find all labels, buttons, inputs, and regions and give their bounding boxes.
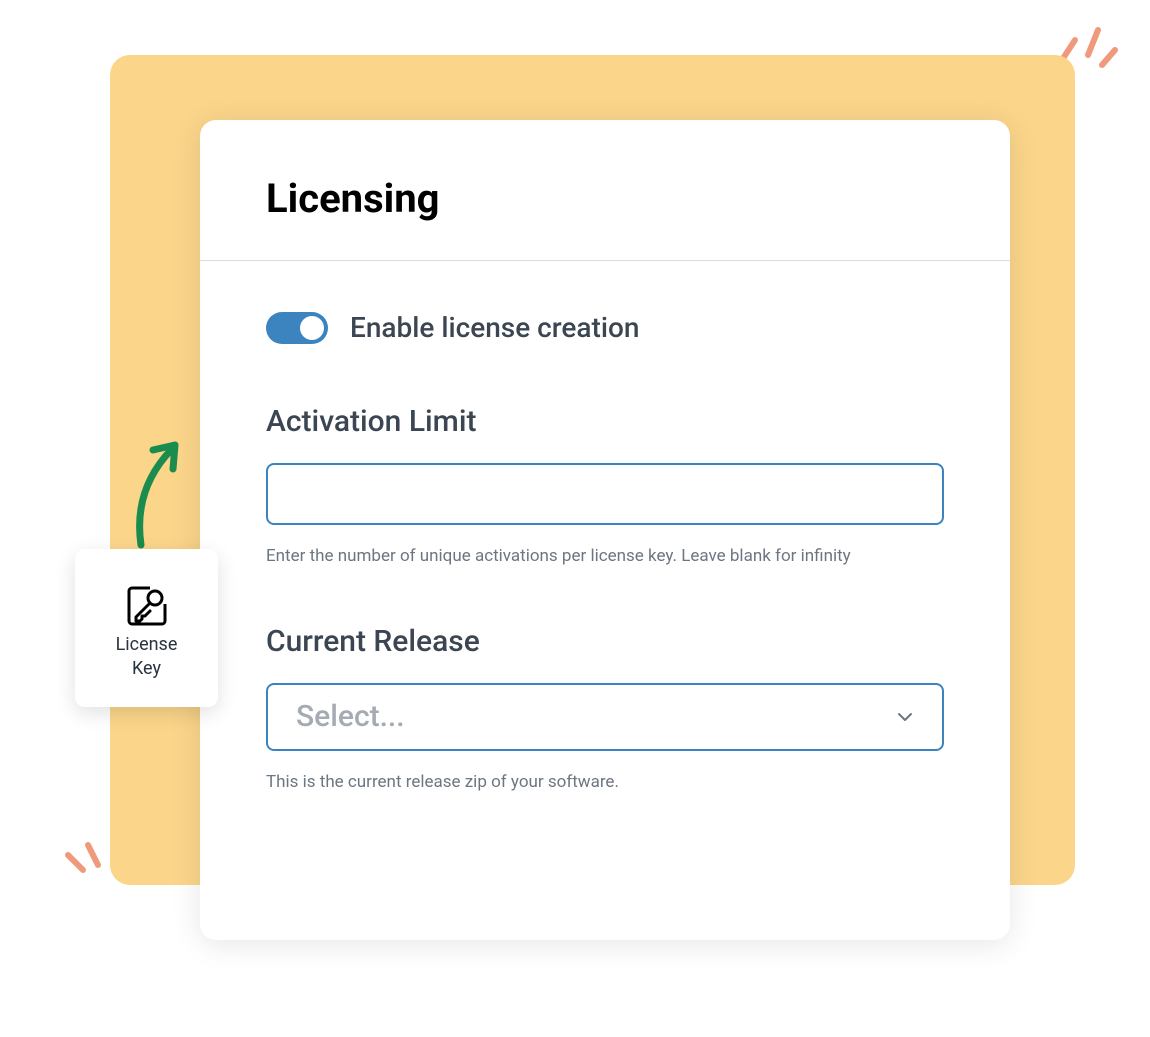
activation-limit-helper: Enter the number of unique activations p…	[266, 545, 944, 569]
activation-limit-label: Activation Limit	[266, 404, 944, 439]
current-release-label: Current Release	[266, 624, 944, 659]
badge-label-line2: Key	[116, 657, 178, 681]
card-title: Licensing	[266, 175, 944, 222]
chevron-down-icon	[896, 708, 914, 726]
enable-license-toggle-row: Enable license creation	[266, 311, 944, 344]
select-placeholder: Select...	[296, 699, 405, 734]
accent-lines-icon	[58, 835, 118, 895]
current-release-select[interactable]: Select...	[266, 683, 944, 751]
card-header: Licensing	[200, 120, 1010, 261]
badge-label: License Key	[116, 633, 178, 682]
licensing-card: Licensing Enable license creation Activa…	[200, 120, 1010, 940]
toggle-knob	[300, 316, 324, 340]
key-icon	[122, 581, 172, 631]
license-key-badge: License Key	[75, 549, 218, 707]
badge-label-line1: License	[116, 633, 178, 657]
card-body: Enable license creation Activation Limit…	[200, 261, 1010, 890]
toggle-label: Enable license creation	[350, 311, 639, 344]
current-release-helper: This is the current release zip of your …	[266, 771, 944, 795]
activation-limit-input[interactable]	[266, 463, 944, 525]
enable-license-toggle[interactable]	[266, 312, 328, 344]
